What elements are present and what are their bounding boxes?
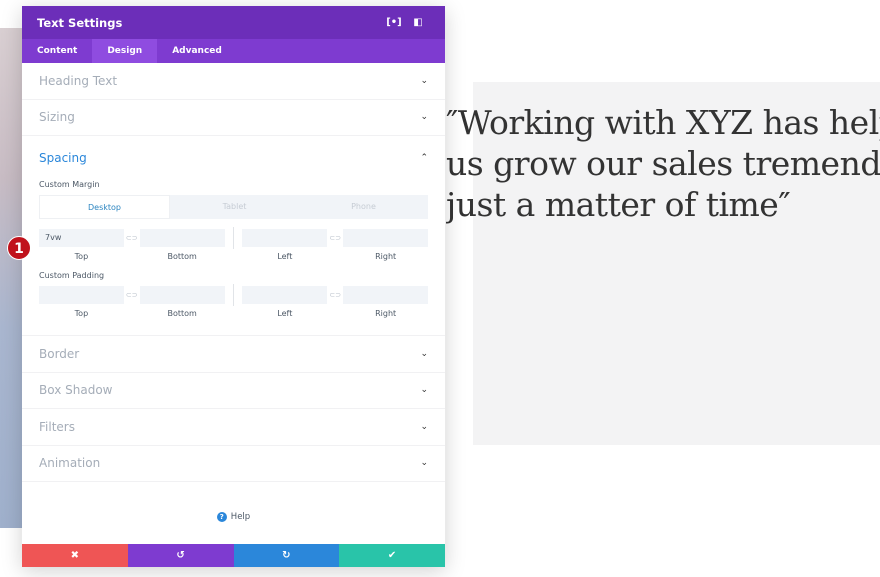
step-badge: 1 — [7, 236, 31, 260]
section-label: Heading Text — [39, 73, 118, 88]
caption-bottom: Bottom — [167, 309, 197, 318]
caption-left: Left — [277, 252, 293, 261]
caption-bottom: Bottom — [167, 252, 197, 261]
tab-advanced[interactable]: Advanced — [157, 39, 237, 63]
margin-bottom-input[interactable] — [139, 229, 225, 247]
quote-line: ″Working with XYZ has help — [446, 103, 880, 142]
help-icon: ? — [216, 512, 227, 522]
device-tablet[interactable]: Tablet — [170, 195, 299, 219]
quote-line: us grow our sales tremendousl — [446, 144, 880, 183]
section-label: Spacing — [39, 151, 87, 165]
device-desktop[interactable]: Desktop — [39, 195, 170, 219]
custom-padding-label: Custom Padding — [39, 271, 105, 280]
link-icon[interactable]: ⊂⊃ — [124, 286, 140, 318]
caption-left: Left — [277, 309, 293, 318]
section-label: Border — [39, 346, 80, 361]
section-label: Filters — [39, 419, 75, 434]
padding-bottom-input[interactable] — [139, 286, 225, 304]
sidebar-toggle-icon[interactable]: ◧ — [406, 17, 430, 28]
section-animation[interactable]: Animation ⌄ — [22, 446, 445, 482]
spacing-header[interactable]: Spacing ⌃ — [39, 136, 428, 180]
caption-right: Right — [375, 252, 397, 261]
section-label: Animation — [39, 456, 101, 471]
panel-footer: ✖ ↺ ↻ ✔ — [22, 544, 445, 567]
testimonial-quote: ″Working with XYZ has help us grow our s… — [446, 102, 880, 225]
undo-button[interactable]: ↺ — [127, 544, 234, 567]
tab-design[interactable]: Design — [92, 39, 158, 63]
custom-margin-label: Custom Margin — [39, 180, 100, 189]
padding-right-input[interactable] — [343, 286, 429, 304]
chevron-down-icon: ⌄ — [420, 421, 428, 432]
link-icon[interactable]: ⊂⊃ — [327, 286, 343, 318]
padding-left-input[interactable] — [242, 286, 328, 304]
chevron-down-icon: ⌄ — [420, 385, 428, 396]
help-label: Help — [230, 512, 251, 522]
link-icon[interactable]: ⊂⊃ — [327, 229, 343, 261]
chevron-down-icon: ⌄ — [420, 75, 428, 86]
caption-top: Top — [74, 252, 89, 261]
chevron-down-icon: ⌄ — [420, 458, 428, 469]
section-label: Sizing — [39, 110, 75, 125]
caption-top: Top — [74, 309, 89, 318]
panel-title: Text Settings — [37, 15, 123, 30]
background-photo — [0, 28, 22, 528]
chevron-down-icon: ⌄ — [420, 112, 428, 123]
device-tabs: Desktop Tablet Phone — [39, 195, 428, 219]
cancel-button[interactable]: ✖ — [22, 544, 128, 567]
section-filters[interactable]: Filters ⌄ — [22, 409, 445, 446]
section-heading-text[interactable]: Heading Text ⌄ — [22, 63, 445, 100]
help-link[interactable]: ? Help — [22, 492, 445, 542]
text-settings-panel: Text Settings [•] ◧ Content Design Advan… — [22, 6, 445, 567]
tab-content[interactable]: Content — [22, 39, 92, 63]
divider — [232, 227, 235, 249]
margin-top-input[interactable]: 7vw — [39, 229, 124, 247]
margin-fields: 7vw Top ⊂⊃ Bottom Left ⊂⊃ Right — [39, 227, 429, 261]
section-spacing: Spacing ⌃ Custom Margin Desktop Tablet Ph… — [22, 136, 445, 318]
chevron-down-icon: ⌄ — [420, 348, 428, 359]
redo-button[interactable]: ↻ — [233, 544, 340, 567]
focus-icon[interactable]: [•] — [382, 17, 406, 28]
padding-top-input[interactable] — [39, 286, 124, 304]
divider — [232, 284, 235, 306]
save-button[interactable]: ✔ — [339, 544, 445, 567]
link-icon[interactable]: ⊂⊃ — [124, 229, 140, 261]
device-phone[interactable]: Phone — [299, 195, 428, 219]
margin-right-input[interactable] — [343, 229, 429, 247]
section-border[interactable]: Border ⌄ — [22, 336, 445, 373]
caption-right: Right — [375, 309, 397, 318]
section-label: Box Shadow — [39, 383, 113, 398]
panel-tabs: Content Design Advanced — [22, 39, 445, 63]
quote-line: just a matter of time″ — [446, 185, 791, 224]
padding-fields: Top ⊂⊃ Bottom Left ⊂⊃ Right — [39, 284, 429, 318]
margin-left-input[interactable] — [242, 229, 328, 247]
panel-header[interactable]: Text Settings [•] ◧ — [22, 6, 445, 39]
section-box-shadow[interactable]: Box Shadow ⌄ — [22, 373, 445, 409]
chevron-up-icon: ⌃ — [420, 153, 428, 163]
section-sizing[interactable]: Sizing ⌄ — [22, 100, 445, 136]
